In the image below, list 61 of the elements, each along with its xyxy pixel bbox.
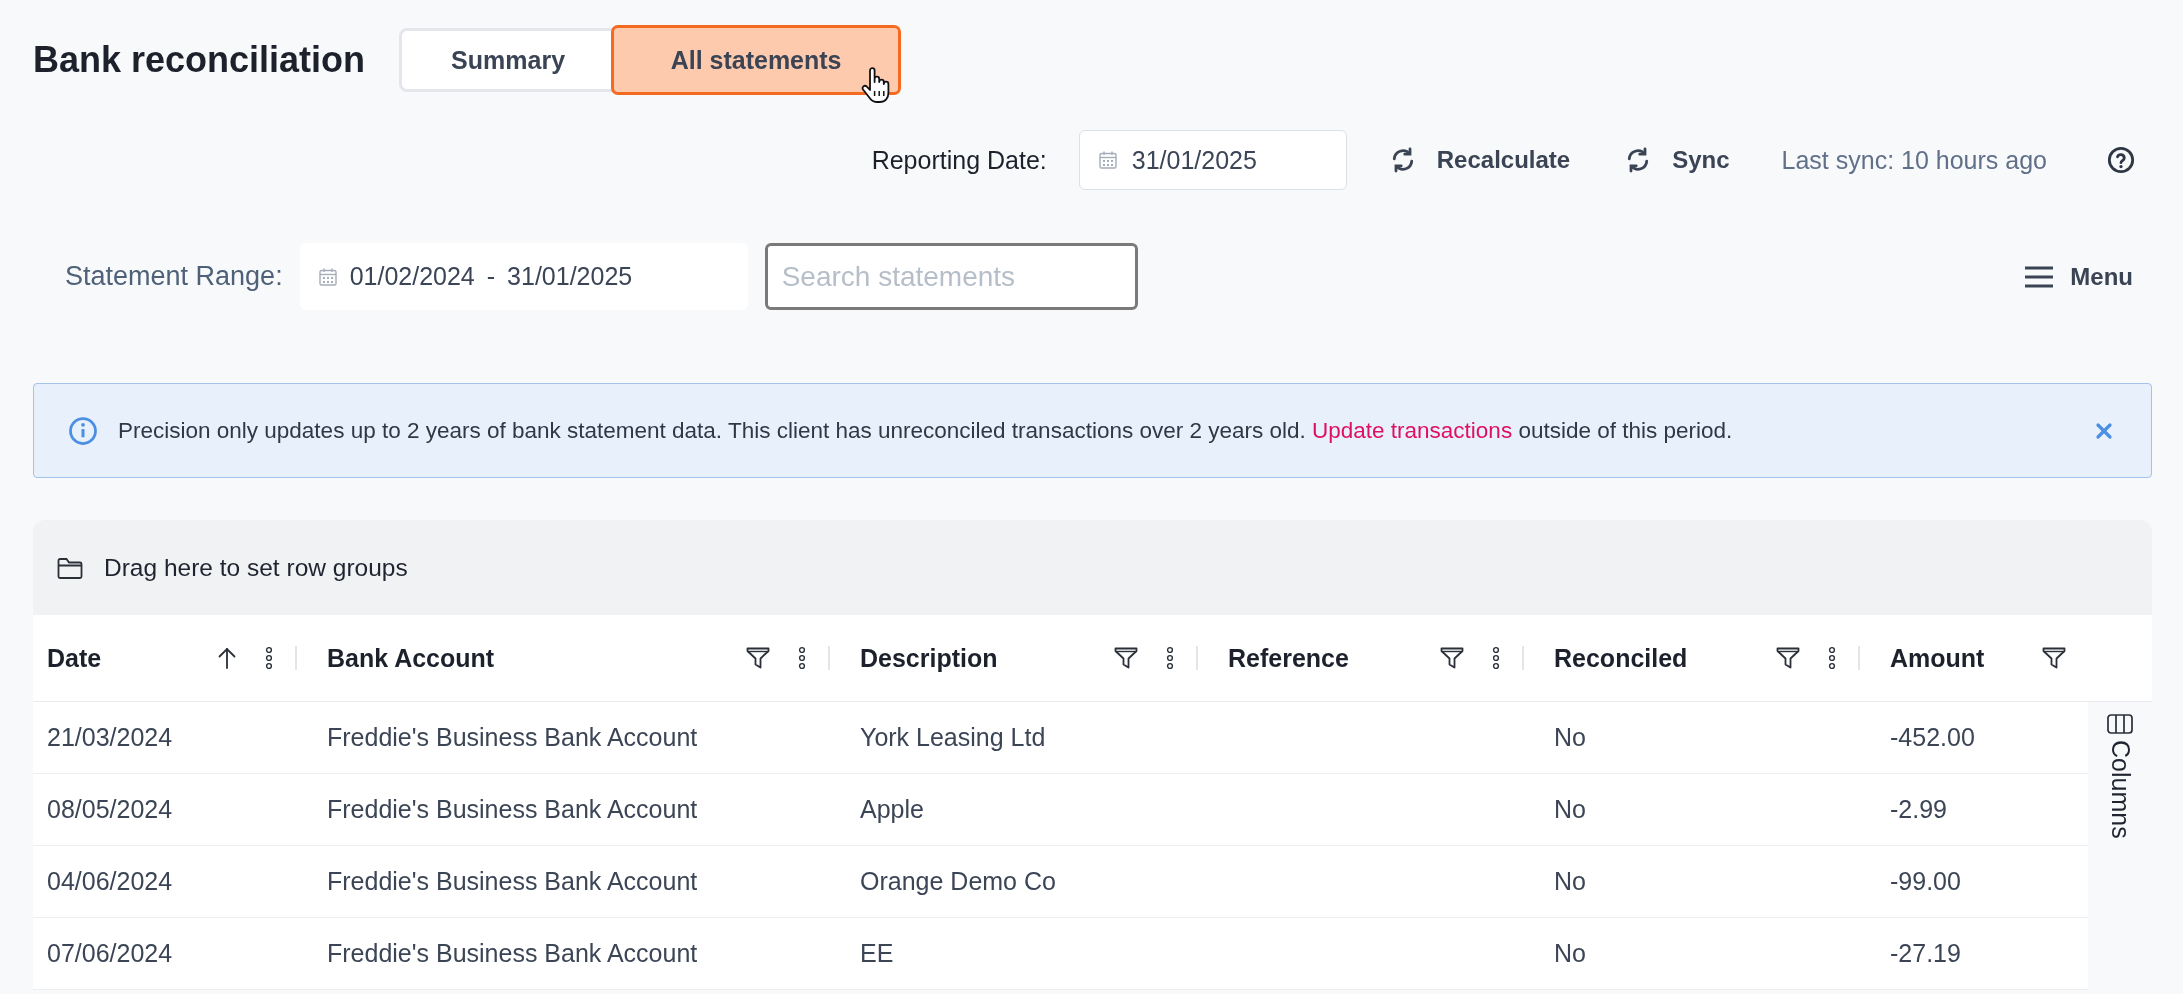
table-cell-text: No xyxy=(1553,938,1587,969)
table-cell-text: Freddie's Business Bank Account xyxy=(326,794,699,825)
calendar-icon xyxy=(317,266,338,287)
table-cell-text: -27.19 xyxy=(1889,938,1962,969)
reporting-date-label: Reporting Date: xyxy=(871,145,1047,175)
column-header[interactable]: Description xyxy=(860,643,998,673)
table-cell-text: No xyxy=(1553,866,1587,897)
statement-range-label: Statement Range: xyxy=(65,261,283,292)
column-header[interactable]: Amount xyxy=(1890,643,1985,673)
table-cell-text: EE xyxy=(859,938,895,969)
filter-icon[interactable] xyxy=(746,647,770,669)
close-icon[interactable] xyxy=(2095,421,2113,440)
pointer-icon xyxy=(861,67,892,105)
columns-icon xyxy=(2107,714,2133,734)
page-title: Bank reconciliation xyxy=(33,39,366,81)
help-icon[interactable] xyxy=(2107,146,2135,174)
columns-panel-button[interactable]: Columns xyxy=(2105,714,2135,839)
table-cell-text: Freddie's Business Bank Account xyxy=(326,866,699,897)
kebab-icon[interactable] xyxy=(1828,646,1836,670)
kebab-icon[interactable] xyxy=(1166,646,1174,670)
kebab-icon[interactable] xyxy=(1492,646,1500,670)
column-header[interactable]: Reference xyxy=(1228,643,1349,673)
filter-icon[interactable] xyxy=(1114,647,1138,669)
filter-icon[interactable] xyxy=(1440,647,1464,669)
column-header[interactable]: Reconciled xyxy=(1554,643,1688,673)
table-cell-text: 04/06/2024 xyxy=(46,866,174,897)
table-cell-text: Freddie's Business Bank Account xyxy=(326,722,699,753)
kebab-icon[interactable] xyxy=(265,646,273,670)
recalculate-button[interactable]: Recalculate xyxy=(1388,146,1571,174)
table-cell-text: Orange Demo Co xyxy=(859,866,1057,897)
filter-icon[interactable] xyxy=(2042,647,2066,669)
filter-icon[interactable] xyxy=(1776,647,1800,669)
table-cell-text: No xyxy=(1553,722,1587,753)
calendar-icon xyxy=(1097,150,1118,170)
folder-icon xyxy=(57,556,83,579)
date-field[interactable]: 31/01/2025 xyxy=(1078,130,1347,190)
table-cell-text: -452.00 xyxy=(1889,722,1976,753)
date-range-field[interactable]: 01/02/2024 - 31/01/2025 xyxy=(299,243,748,310)
table-cell-text: 21/03/2024 xyxy=(46,722,174,753)
last-sync-text: Last sync: 10 hours ago xyxy=(1781,145,2047,175)
table-cell-text: Freddie's Business Bank Account xyxy=(326,938,699,969)
tab[interactable]: All statements xyxy=(614,28,899,92)
menu-button[interactable]: Menu xyxy=(2025,262,2133,291)
table-cell-text: 08/05/2024 xyxy=(46,794,174,825)
table-cell-text: 07/06/2024 xyxy=(46,938,174,969)
search-field[interactable]: Search statements xyxy=(764,243,1138,310)
sync-button[interactable]: Sync xyxy=(1624,146,1730,174)
table-cell-text: -2.99 xyxy=(1889,794,1948,825)
row-group-hint: Drag here to set row groups xyxy=(104,553,408,582)
table-cell-text: Apple xyxy=(859,794,925,825)
arrow-up-icon[interactable] xyxy=(217,647,237,669)
info-icon xyxy=(68,415,98,446)
table-cell-text: York Leasing Ltd xyxy=(859,722,1047,753)
update-transactions-link[interactable]: Update transactions xyxy=(1312,417,1513,443)
table-cell-text: No xyxy=(1553,794,1587,825)
banner-message: Precision only updates up to 2 years of bank statement data. This client has unreconciled transactions over 2 years old. Update transactions outside of this period. xyxy=(118,417,1733,444)
menu-icon xyxy=(2025,264,2054,289)
column-header[interactable]: Bank Account xyxy=(327,643,495,673)
kebab-icon[interactable] xyxy=(798,646,806,670)
column-header[interactable]: Date xyxy=(47,643,102,673)
table-cell-text: -99.00 xyxy=(1889,866,1962,897)
